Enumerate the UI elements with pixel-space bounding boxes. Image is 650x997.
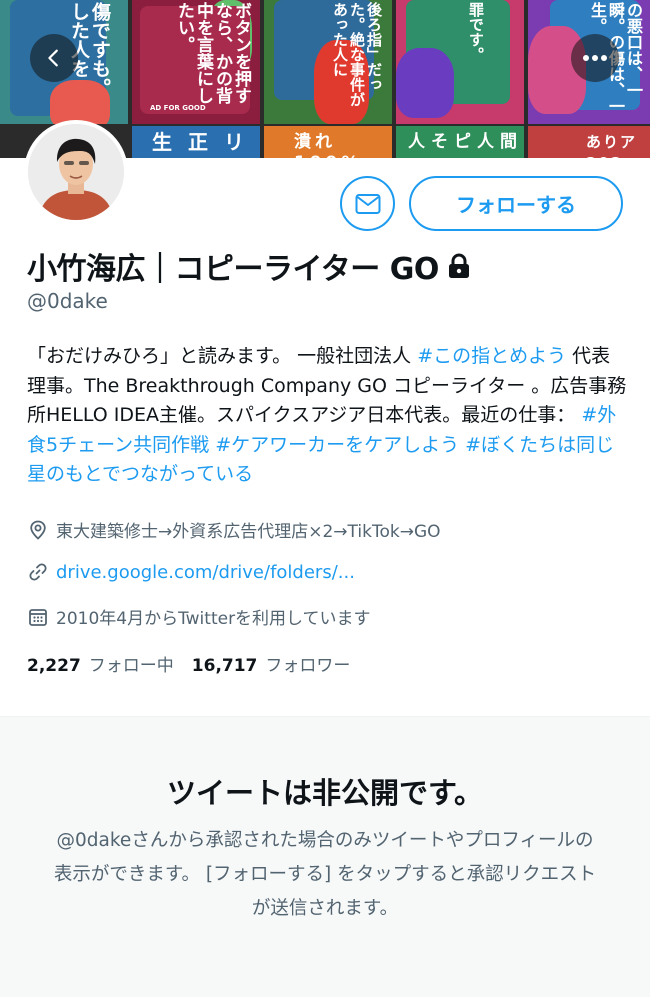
profile-name-row: 小竹海広｜コピーライター GO <box>27 244 471 288</box>
following-label[interactable]: フォロー中 <box>89 651 174 676</box>
banner-tile: 後ろ指」だった。絶な事件があった人に <box>264 0 392 124</box>
lock-icon <box>447 253 471 279</box>
profile-handle: @0dake <box>27 289 108 313</box>
bio-hashtag[interactable]: #この指とめよう <box>417 345 566 367</box>
avatar-photo <box>28 124 124 220</box>
banner-tile-text: 人そピ人間 <box>408 132 523 152</box>
private-description: @0dakeさんから承認された場合のみツイートやプロフィールの表示ができます。 … <box>53 830 597 919</box>
banner-tile: 罪です。 <box>396 0 524 124</box>
message-button[interactable] <box>340 176 395 231</box>
calendar-icon <box>27 606 49 628</box>
banner-tile: 生正リ <box>132 126 260 158</box>
profile-join-date: 2010年4月からTwitterを利用しています <box>27 604 371 629</box>
banner-tile-text: ありア202 <box>586 133 638 158</box>
profile-location: 東大建築修士→外資系広告代理店×2→TikTok→GO <box>27 517 441 542</box>
followers-label[interactable]: フォロワー <box>265 651 350 676</box>
person-silhouette-icon <box>28 124 124 220</box>
envelope-icon <box>355 193 380 214</box>
location-text: 東大建築修士→外資系広告代理店×2→TikTok→GO <box>56 522 441 542</box>
profile-website[interactable]: drive.google.com/drive/folders/... <box>27 561 355 583</box>
display-name: 小竹海広｜コピーライター GO <box>27 252 439 287</box>
avatar[interactable] <box>24 120 128 224</box>
location-pin-icon <box>27 519 49 541</box>
profile-bio: 「おだけみひろ」と読みます。 一般社団法人 #この指とめよう 代表理事。The … <box>27 342 627 490</box>
chevron-left-icon <box>48 49 58 67</box>
follow-stats: 2,227 フォロー中 16,717 フォロワー <box>27 651 368 676</box>
more-options-button[interactable] <box>571 34 619 82</box>
banner-tile: 人そピ人間 <box>396 126 524 158</box>
banner-tile: ボタンを押すなら、かの背中を言葉にしたい。 AD FOR GOOD <box>132 0 260 124</box>
bio-text: 「おだけみひろ」と読みます。 一般社団法人 <box>27 345 418 367</box>
follow-button[interactable]: フォローする <box>409 176 623 231</box>
back-button[interactable] <box>30 34 78 82</box>
followers-count[interactable]: 16,717 <box>192 656 258 676</box>
banner-tile: ありア202 <box>528 126 650 158</box>
banner-tile-text: 後ろ指」だった。絶な事件があった人に <box>331 2 383 107</box>
private-title: ツイートは非公開です。 <box>166 776 484 810</box>
banner-tile: 潰れ199% <box>264 126 392 158</box>
link-icon <box>27 561 49 583</box>
banner-tile-text: 潰れ199% <box>294 132 359 158</box>
bio-hashtag[interactable]: #ケアワーカーをケアしよう <box>215 434 459 456</box>
join-date-text: 2010年4月からTwitterを利用しています <box>56 609 371 629</box>
banner-tile-text: 生正リ <box>152 130 260 154</box>
following-count[interactable]: 2,227 <box>27 656 81 676</box>
banner-tile-text: 罪です。 <box>467 2 485 62</box>
banner-tile-text: ボタンを押すなら、かの背中を言葉にしたい。 <box>174 2 251 104</box>
website-link[interactable]: drive.google.com/drive/folders/... <box>56 562 355 583</box>
more-dots-icon <box>583 55 607 61</box>
